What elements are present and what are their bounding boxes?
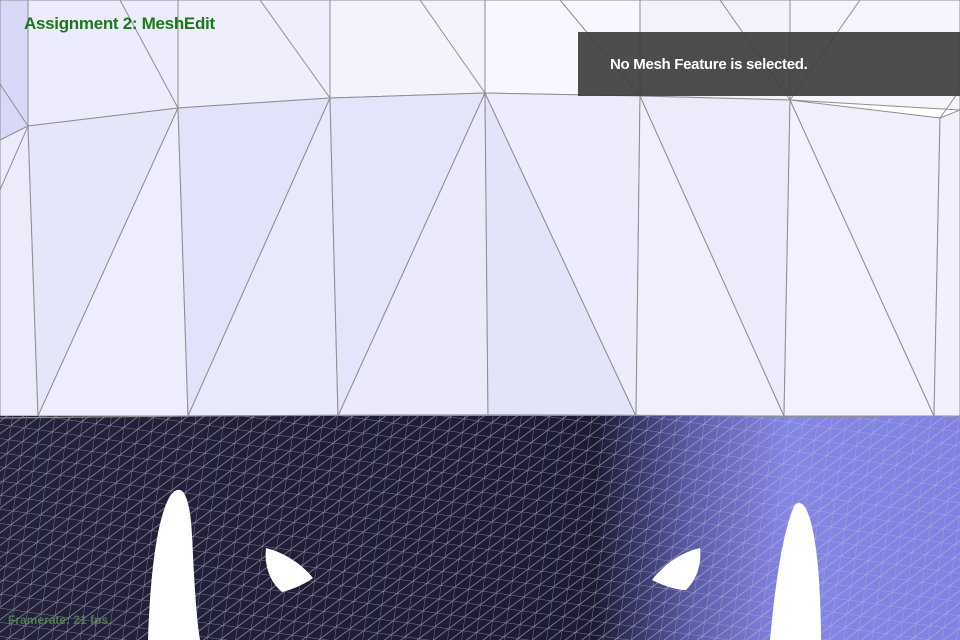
mesh-viewport[interactable]: [0, 0, 960, 640]
framerate-readout: Framerate: 21 fps: [8, 613, 109, 627]
mesh-face[interactable]: [329, 0, 486, 99]
selection-info-panel: No Mesh Feature is selected.: [578, 32, 960, 96]
app-title: Assignment 2: MeshEdit: [24, 14, 215, 33]
selection-status-text: No Mesh Feature is selected.: [610, 56, 808, 73]
